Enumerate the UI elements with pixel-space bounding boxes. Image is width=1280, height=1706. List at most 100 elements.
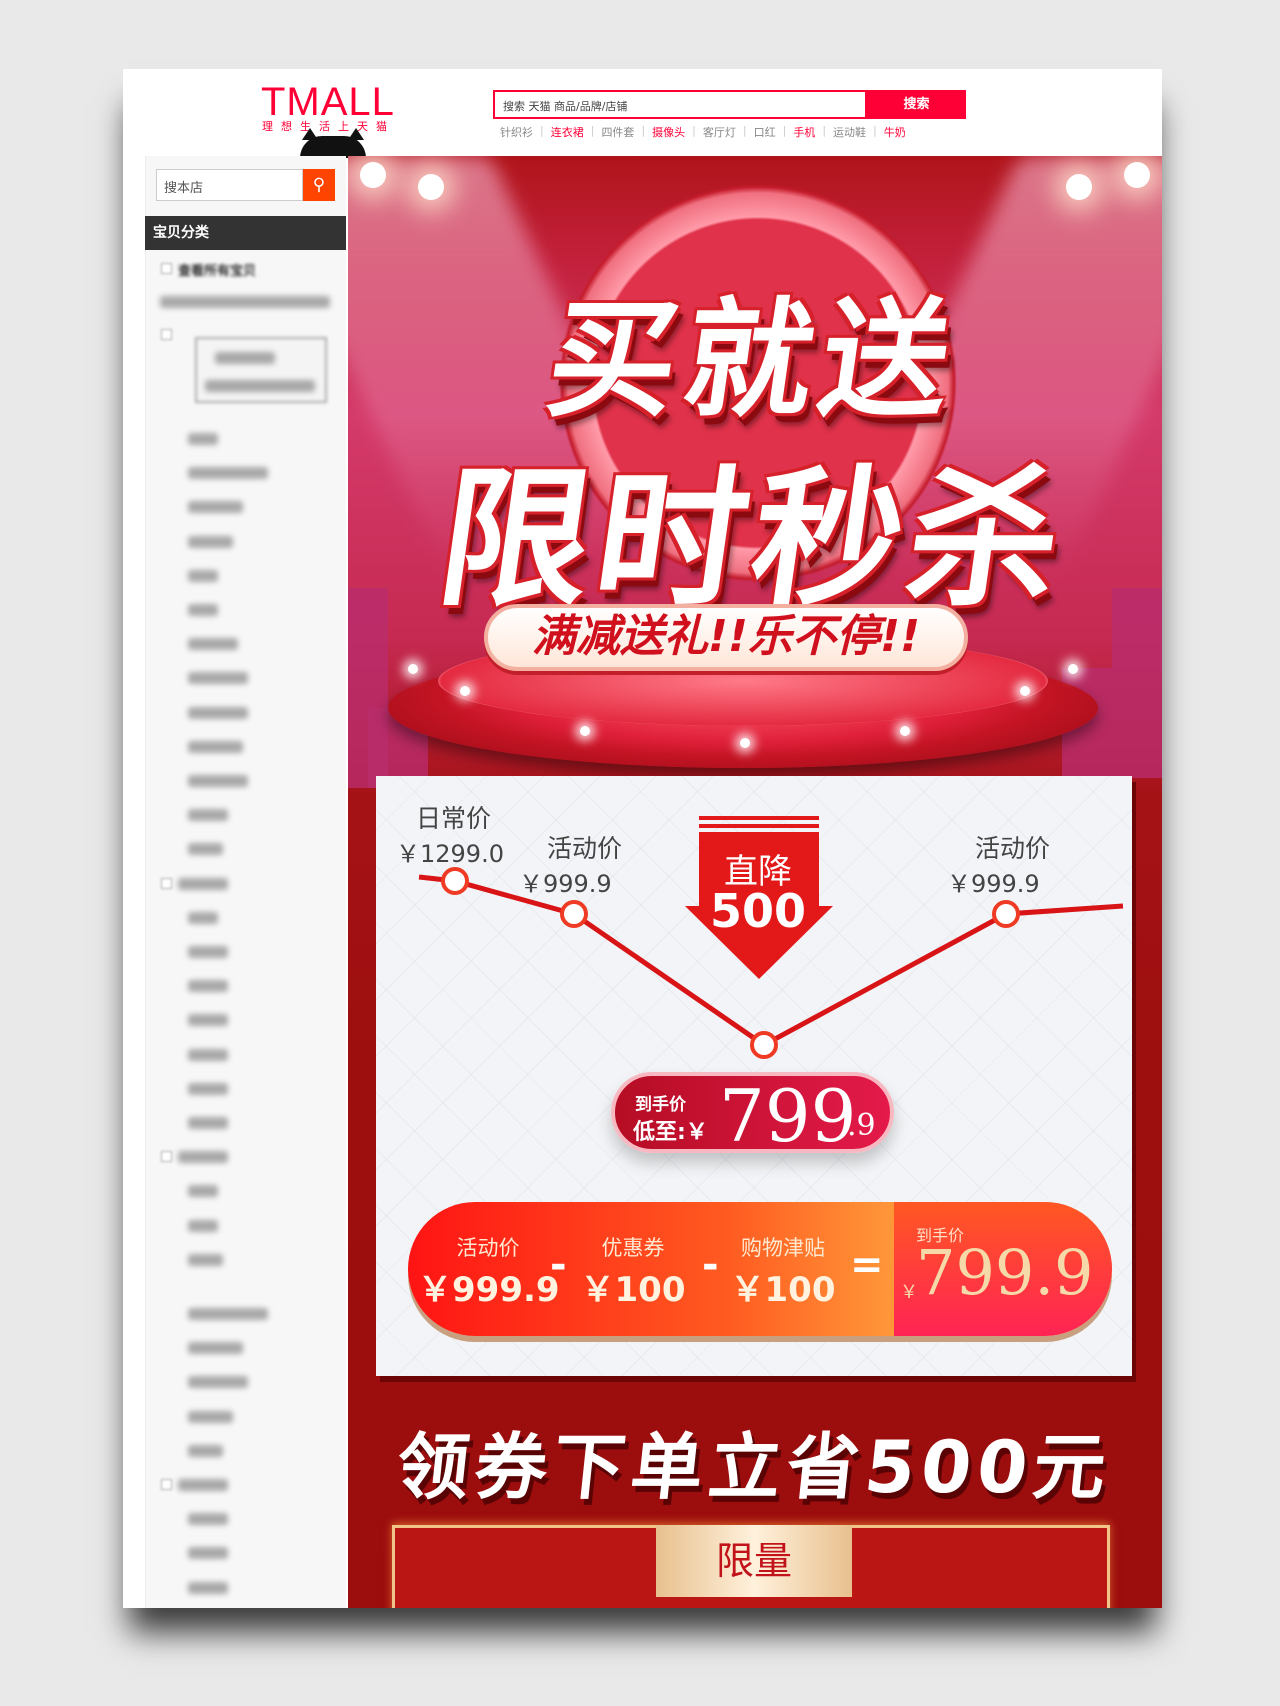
stage-light — [408, 664, 418, 674]
stage-light — [900, 726, 910, 736]
price-point-label: 活动价 — [547, 834, 623, 863]
category-item[interactable] — [188, 1547, 228, 1560]
minus-sign: - — [550, 1242, 567, 1288]
category-item[interactable] — [188, 946, 228, 958]
all-items-link[interactable]: 查看所有宝贝 — [178, 260, 256, 279]
category-item[interactable] — [188, 535, 233, 548]
price-point — [560, 900, 588, 928]
category-item[interactable] — [188, 1308, 268, 1320]
promo-banner: 买就送 限时秒杀 满减送礼!!乐不停!! 日常价 ￥1299.0 活动价 ￥999.9… — [348, 156, 1162, 1608]
price-point-value: ￥999.9 — [519, 870, 612, 898]
search-input[interactable]: 搜索 天猫 商品/品牌/店铺 — [493, 90, 867, 119]
category-tags[interactable] — [160, 296, 330, 308]
category-item[interactable] — [188, 809, 228, 822]
hot-link[interactable]: 针织衫 — [493, 124, 540, 140]
category-item[interactable] — [188, 706, 248, 719]
final-price-label: 到手价 — [635, 1095, 686, 1115]
hot-link[interactable]: 手机 — [786, 124, 822, 140]
search-button[interactable]: 搜索 — [867, 90, 966, 119]
lowest-label: 低至:￥ — [633, 1120, 708, 1145]
category-item[interactable] — [188, 740, 243, 753]
hot-link[interactable]: 口红 — [747, 124, 783, 140]
subtitle-pill: 满减送礼!!乐不停!! — [484, 604, 968, 671]
category-title: 宝贝分类 — [145, 216, 346, 250]
category-item[interactable] — [188, 1376, 248, 1389]
stage-light — [580, 726, 590, 736]
shop-search-input[interactable]: 搜本店 — [156, 169, 303, 201]
final-price-decimal: .9 — [847, 1108, 876, 1143]
formula-activity-price: 活动价 ￥999.9 — [418, 1236, 560, 1310]
hot-link[interactable]: 连衣裙 — [544, 124, 591, 140]
stage-light — [460, 686, 470, 696]
category-item[interactable] — [188, 604, 218, 616]
hot-link[interactable]: 四件套 — [594, 124, 641, 140]
category-item[interactable] — [188, 1014, 228, 1027]
category-group[interactable] — [178, 1479, 228, 1491]
category-banner[interactable] — [195, 337, 327, 403]
final-price-pill: 到手价 低至:￥ 799 .9 — [611, 1072, 894, 1158]
headline-flash-sale: 限时秒杀 — [428, 453, 1078, 627]
price-point — [441, 867, 469, 895]
formula-result: 到手价 ￥ 799.9 — [894, 1202, 1112, 1336]
collapse-icon[interactable] — [161, 1479, 172, 1490]
category-item[interactable] — [188, 980, 228, 993]
category-item[interactable] — [188, 1253, 223, 1266]
formula-allowance: 购物津贴 ￥100 — [730, 1236, 836, 1310]
category-item[interactable] — [188, 1410, 233, 1423]
collapse-icon[interactable] — [161, 329, 172, 340]
category-item[interactable] — [188, 1219, 218, 1232]
collapse-icon[interactable] — [161, 877, 172, 889]
hot-link[interactable]: 摄像头 — [645, 124, 692, 140]
coupon-slogan: 领券下单立省500元 — [392, 1425, 1116, 1509]
blurred-text[interactable] — [215, 352, 275, 364]
category-item[interactable] — [188, 569, 218, 582]
category-item[interactable] — [188, 501, 243, 514]
formula-coupon: 优惠券 ￥100 — [580, 1236, 686, 1310]
spotlight — [1066, 174, 1092, 200]
price-point-label: 日常价 — [416, 804, 492, 833]
hot-search-links: 针织衫 | 连衣裙 | 四件套 | 摄像头 | 客厅灯 | 口红 | 手机 | 运动鞋 | 牛奶 — [493, 124, 913, 140]
hot-link[interactable]: 客厅灯 — [696, 124, 743, 140]
spotlight — [360, 162, 386, 188]
final-price-integer: 799 — [719, 1074, 857, 1158]
stage-light — [1068, 664, 1078, 674]
price-panel: 日常价 ￥1299.0 活动价 ￥999.9 活动价 ￥999.9 直降 500 到手价 … — [376, 776, 1132, 1376]
category-item[interactable] — [188, 1117, 228, 1129]
spotlight — [418, 174, 444, 200]
drop-value: 500 — [709, 884, 807, 938]
hot-link[interactable]: 牛奶 — [877, 124, 913, 140]
search-icon[interactable]: ⚲ — [303, 169, 335, 201]
category-item[interactable] — [188, 1444, 223, 1457]
category-item[interactable] — [188, 1342, 243, 1355]
limited-tag: 限量 — [656, 1525, 852, 1597]
category-item[interactable] — [188, 433, 218, 445]
category-item[interactable] — [188, 1185, 218, 1198]
blurred-text[interactable] — [205, 380, 315, 392]
collapse-icon[interactable] — [161, 263, 172, 274]
category-item[interactable] — [188, 1513, 228, 1526]
category-item[interactable] — [188, 467, 268, 480]
category-item[interactable] — [188, 638, 238, 651]
category-item[interactable] — [188, 911, 218, 924]
category-group[interactable] — [178, 877, 228, 890]
category-item[interactable] — [188, 1048, 228, 1061]
collapse-icon[interactable] — [161, 1151, 172, 1163]
headline-buy-get-gift: 买就送 — [538, 286, 968, 435]
spotlight — [1124, 162, 1150, 188]
category-group[interactable] — [178, 1151, 228, 1164]
category-item[interactable] — [188, 775, 248, 787]
tmall-cat-icon — [300, 128, 366, 158]
tmall-slogan: 理想生活上天猫 — [262, 120, 395, 133]
minus-sign: - — [702, 1242, 719, 1288]
category-item[interactable] — [188, 1082, 228, 1095]
price-point-value: ￥999.9 — [947, 870, 1040, 898]
category-item[interactable] — [188, 672, 248, 685]
price-point-value: ￥1299.0 — [396, 840, 504, 868]
equals-sign: = — [850, 1242, 884, 1288]
hot-link[interactable]: 运动鞋 — [826, 124, 873, 140]
category-item[interactable] — [188, 1581, 228, 1594]
stage-light — [1020, 686, 1030, 696]
price-point-label: 活动价 — [975, 834, 1051, 863]
price-point — [750, 1031, 778, 1059]
category-item[interactable] — [188, 843, 223, 856]
